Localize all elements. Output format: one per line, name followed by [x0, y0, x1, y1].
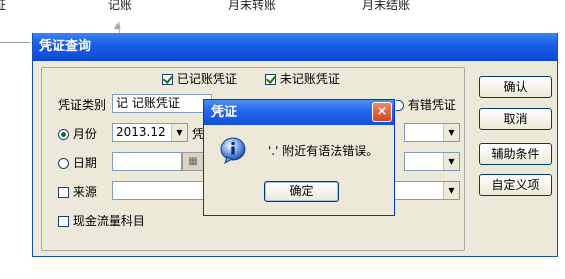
error-voucher-filter[interactable]: 有错凭证: [396, 96, 456, 113]
flow-arrow-icon: ▲: [114, 21, 121, 31]
source-checkbox[interactable]: [58, 187, 69, 198]
info-icon: [220, 137, 246, 165]
month-value: 2013.12: [116, 125, 166, 139]
voucher-type-value: 记 记账凭证: [116, 96, 180, 110]
cash-flow-checkbox[interactable]: [58, 216, 69, 227]
date-label: 日期: [72, 156, 97, 170]
month-label: 月份: [72, 127, 97, 141]
ok-button[interactable]: 确定: [264, 181, 339, 202]
error-dialog-title: 凭证: [211, 105, 238, 120]
chevron-down-icon[interactable]: ▼: [443, 153, 459, 170]
nav-item-month-end-close[interactable]: 月末结账: [362, 0, 410, 13]
cash-flow-option[interactable]: 现金流量科目: [58, 212, 145, 229]
unrecorded-voucher-checkbox[interactable]: [265, 74, 276, 85]
flow-line: [0, 42, 30, 43]
recorded-voucher-label: 已记账凭证: [176, 72, 237, 86]
voucher-type-select[interactable]: 记 记账凭证: [112, 94, 212, 113]
nav-item-bookkeeping[interactable]: 记账: [108, 0, 132, 13]
source-option[interactable]: 来源: [58, 183, 97, 200]
right-month-select[interactable]: ▼: [404, 123, 460, 142]
right-date-select[interactable]: ▼: [404, 152, 460, 171]
custom-item-button[interactable]: 自定义项: [479, 174, 552, 196]
unrecorded-voucher-filter[interactable]: 未记账凭证: [265, 70, 340, 87]
recorded-voucher-filter[interactable]: 已记账凭证: [162, 70, 237, 87]
chevron-down-icon[interactable]: ▼: [171, 124, 187, 141]
nav-item-month-end-transfer[interactable]: 月末转账: [228, 0, 276, 13]
voucher-error-dialog: 凭证 × '.' 附近有语法错误。 确定: [203, 99, 395, 216]
nav-item-voucher[interactable]: 证: [0, 0, 6, 13]
close-icon[interactable]: ×: [372, 102, 392, 122]
source-label: 来源: [72, 185, 97, 199]
dialog-titlebar[interactable]: 凭证查询: [33, 33, 557, 61]
dialog-title: 凭证查询: [39, 39, 92, 54]
month-option[interactable]: 月份: [58, 125, 97, 142]
date-option[interactable]: 日期: [58, 154, 97, 171]
month-radio[interactable]: [58, 129, 69, 140]
error-dialog-titlebar[interactable]: 凭证 ×: [204, 100, 394, 125]
cash-flow-label: 现金流量科目: [72, 214, 145, 228]
date-radio[interactable]: [58, 158, 69, 169]
aux-condition-button[interactable]: 辅助条件: [479, 143, 552, 165]
error-message: '.' 附近有语法错误。: [268, 144, 379, 158]
voucher-type-label: 凭证类别: [58, 98, 107, 112]
chevron-down-icon[interactable]: ▼: [443, 124, 459, 141]
confirm-button[interactable]: 确认: [479, 76, 552, 98]
recorded-voucher-checkbox[interactable]: [162, 74, 173, 85]
error-voucher-label: 有错凭证: [407, 98, 456, 112]
error-voucher-radio[interactable]: [396, 100, 404, 111]
calendar-icon[interactable]: ▦: [182, 152, 204, 171]
date-from-input[interactable]: [112, 152, 182, 171]
cancel-button[interactable]: 取消: [479, 108, 552, 130]
month-select[interactable]: 2013.12 ▼: [112, 123, 188, 142]
chevron-down-icon[interactable]: ▼: [443, 182, 459, 199]
unrecorded-voucher-label: 未记账凭证: [279, 72, 340, 86]
